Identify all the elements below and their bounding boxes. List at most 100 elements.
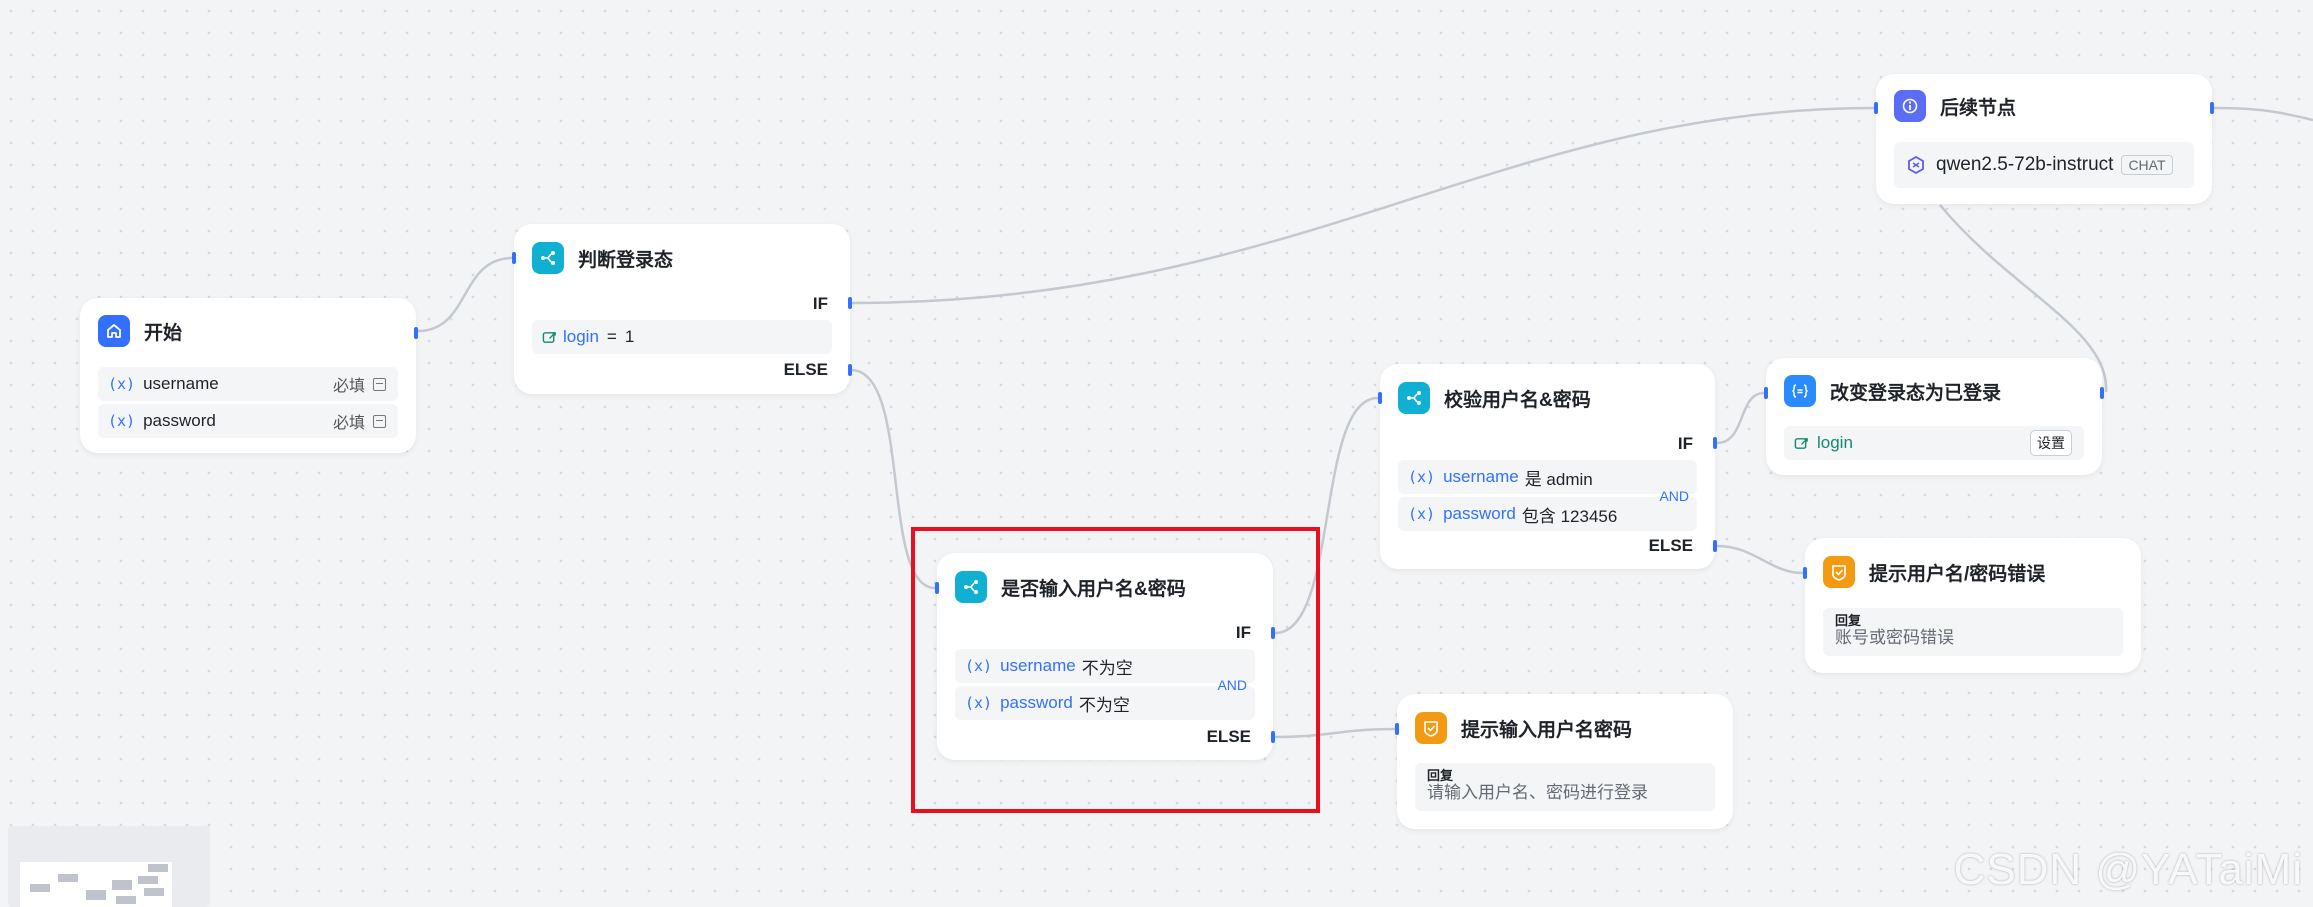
else-output-handle[interactable] [1713,540,1717,552]
input-var-row[interactable]: (x) password 必填 [98,404,398,438]
variable-icon: (x) [108,375,136,393]
node-header: 开始 [98,315,182,347]
var-name: login [563,327,599,346]
minimap-node [144,888,164,896]
reply-icon [1823,556,1855,588]
if-label: IF [1677,434,1693,453]
input-handle[interactable] [1764,387,1768,399]
reply-text: 账号或密码错误 [1835,628,1954,647]
input-handle[interactable] [1395,723,1399,735]
var-name: password [143,411,216,430]
assign-var-row[interactable]: login 设置 [1784,426,2084,460]
if-output-handle[interactable] [848,297,852,309]
node-header: 校验用户名&密码 [1398,382,1591,414]
else-output-handle[interactable] [848,364,852,376]
login-state-icon [1794,437,1808,449]
node-start[interactable]: 开始 (x) username 必填 (x) password 必填 [80,298,418,453]
model-selector[interactable]: qwen2.5-72b-instruct CHAT [1894,142,2194,188]
output-handle[interactable] [414,327,418,339]
input-handle[interactable] [1874,102,1878,114]
condition-operator: = [606,327,617,346]
node-header: 后续节点 [1894,90,2016,122]
minimap-node [138,876,158,884]
condition-value: 1 [624,327,635,346]
node-title: 提示用户名/密码错误 [1869,563,2046,585]
node-header: 判断登录态 [532,242,673,274]
qwen-model-icon [1908,155,1924,175]
variable-assign-icon [1784,375,1816,407]
condition-row[interactable]: (x) username 是 admin [1398,460,1697,494]
if-output-handle[interactable] [1713,437,1717,449]
set-value-button[interactable]: 设置 [2030,430,2072,456]
node-reply-input[interactable]: 提示输入用户名密码 回复 请输入用户名、密码进行登录 [1395,694,1733,829]
condition-row[interactable]: (x) password 包含 123456 [1398,497,1697,531]
edge-verify-if-to-set-login [1716,391,1765,445]
node-header: 改变登录态为已登录 [1784,375,2001,407]
if-label: IF [812,294,828,313]
required-label: 必填 [332,415,365,432]
model-name: qwen2.5-72b-instruct [1936,154,2114,175]
reply-icon [1415,712,1447,744]
minimap-viewport[interactable] [20,862,172,907]
input-handle[interactable] [1803,567,1807,579]
required-tag: 必填 [333,409,386,433]
condition-row[interactable]: login = 1 [532,320,832,354]
node-header: 提示输入用户名密码 [1415,712,1632,744]
node-next[interactable]: 后续节点 qwen2.5-72b-instruct CHAT [1874,74,2214,204]
else-label: ELSE [783,360,828,379]
workflow-canvas[interactable]: 开始 (x) username 必填 (x) password 必填 判断登录态… [0,0,2313,907]
reply-text: 请输入用户名、密码进行登录 [1427,783,1648,802]
var-name: username [143,374,219,393]
else-label: ELSE [1648,536,1693,555]
node-verify[interactable]: 校验用户名&密码 IF (x) username 是 admin (x) pas… [1378,364,1717,569]
required-tag: 必填 [333,372,386,396]
node-header: 提示用户名/密码错误 [1823,556,2045,588]
set-button-wrap: 设置 [2030,430,2072,456]
input-var-row[interactable]: (x) username 必填 [98,367,398,401]
edge-verify-else-to-reply-error [1716,544,1804,575]
login-state-icon [542,331,556,343]
branch-icon [532,242,564,274]
node-reply-error[interactable]: 提示用户名/密码错误 回复 账号或密码错误 [1803,538,2141,673]
variable-icon: (x) [108,412,136,430]
node-title: 校验用户名&密码 [1444,389,1591,411]
variable-icon: (x) [1408,468,1436,486]
output-handle[interactable] [2100,387,2104,399]
field-type-icon [373,377,386,391]
reply-content[interactable]: 回复 请输入用户名、密码进行登录 [1415,763,1715,811]
edge-start-to-check-login [417,256,513,333]
node-title: 开始 [144,322,183,344]
model-type-badge: CHAT [2121,155,2173,175]
home-icon [98,315,130,347]
minimap-node [148,864,168,872]
watermark: CSDN @YATaiMi [1953,845,2303,894]
reply-label: 回复 [1427,768,1454,783]
node-set-login[interactable]: 改变登录态为已登录 login 设置 [1764,358,2104,475]
field-type-icon [373,414,386,428]
minimap-node [30,884,50,892]
info-icon [1894,90,1926,122]
node-check-login[interactable]: 判断登录态 IF login = 1 ELSE [512,224,852,394]
input-handle[interactable] [512,252,516,264]
node-title: 判断登录态 [578,249,674,271]
and-operator-label[interactable]: AND [1659,488,1689,504]
reply-content[interactable]: 回复 账号或密码错误 [1823,608,2123,656]
minimap-node [112,880,132,890]
edge-next-out [2213,106,2313,122]
reply-label: 回复 [1835,613,1862,628]
condition-operator: 是 admin [1524,469,1593,489]
minimap-node [86,890,106,900]
minimap-node [58,874,78,882]
node-title: 提示输入用户名密码 [1461,719,1633,741]
var-name: password [1443,504,1516,523]
input-handle[interactable] [1378,392,1382,404]
condition-operator: 包含 123456 [1521,506,1618,526]
node-title: 改变登录态为已登录 [1830,382,2002,404]
minimap-node [116,896,136,904]
var-name: login [1817,433,1853,452]
node-title: 后续节点 [1940,97,2017,119]
edge-check-login-if-to-next [850,106,1875,305]
output-handle[interactable] [2210,102,2214,114]
variable-icon: (x) [1408,505,1436,523]
minimap[interactable] [8,826,210,907]
